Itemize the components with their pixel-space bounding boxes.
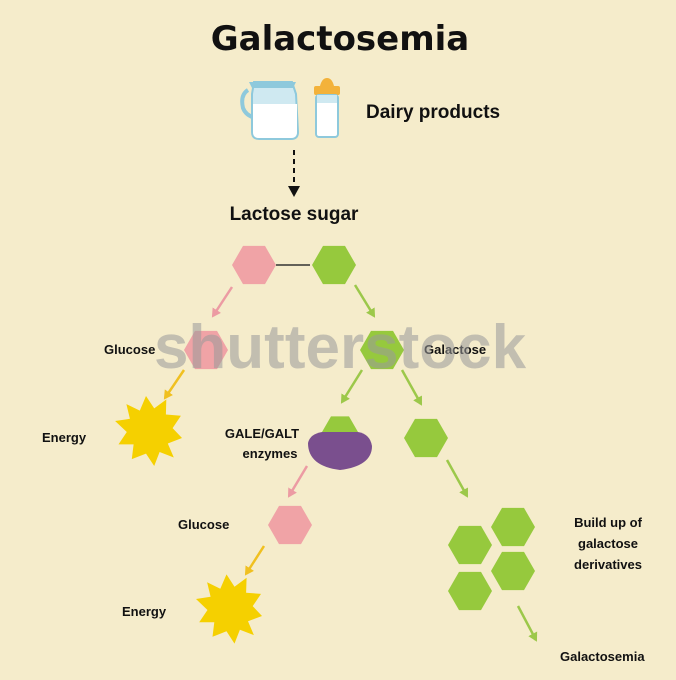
- glucose-hexagon-2: [268, 505, 312, 545]
- enzyme-label-line1: GALE/GALT: [225, 426, 299, 441]
- milk-jug-icon: [240, 81, 300, 140]
- arrow-to-galactosemia: [516, 605, 538, 642]
- diagram-canvas: Galactosemia Dairy products Lactose suga…: [42, 19, 645, 664]
- buildup-label-line3: derivatives: [574, 557, 642, 572]
- arrow-to-glucose-2: [287, 465, 309, 498]
- arrow-to-glucose: [211, 286, 234, 318]
- glucose-label-2: Glucose: [178, 517, 229, 532]
- galactose-derivative-cluster: [448, 507, 535, 611]
- enzyme-label-line2: enzymes: [243, 446, 298, 461]
- dairy-products-label: Dairy products: [366, 102, 500, 123]
- enzyme-shape: [308, 432, 372, 470]
- arrow-to-energy-2: [244, 545, 266, 576]
- arrow-to-buildup: [445, 459, 469, 498]
- energy-sun-icon: [115, 396, 182, 466]
- energy-label-2: Energy: [122, 604, 167, 619]
- lactose-galactose-hexagon: [312, 245, 356, 285]
- lactose-sugar-label: Lactose sugar: [230, 204, 359, 225]
- galactosemia-diagram: Galactosemia Dairy products Lactose suga…: [0, 0, 676, 680]
- arrow-to-galactose: [353, 284, 376, 318]
- energy-sun-icon-2: [196, 574, 262, 644]
- excess-galactose-hexagon: [404, 418, 448, 458]
- lactose-glucose-hexagon: [232, 245, 276, 285]
- diagram-title: Galactosemia: [211, 19, 470, 59]
- buildup-label-line2: galactose: [578, 536, 638, 551]
- baby-bottle-icon: [314, 78, 340, 138]
- glucose-label: Glucose: [104, 342, 155, 357]
- energy-label: Energy: [42, 430, 87, 445]
- watermark: shutterstock: [154, 313, 527, 382]
- buildup-label-line1: Build up of: [574, 515, 643, 530]
- galactosemia-result-label: Galactosemia: [560, 649, 645, 664]
